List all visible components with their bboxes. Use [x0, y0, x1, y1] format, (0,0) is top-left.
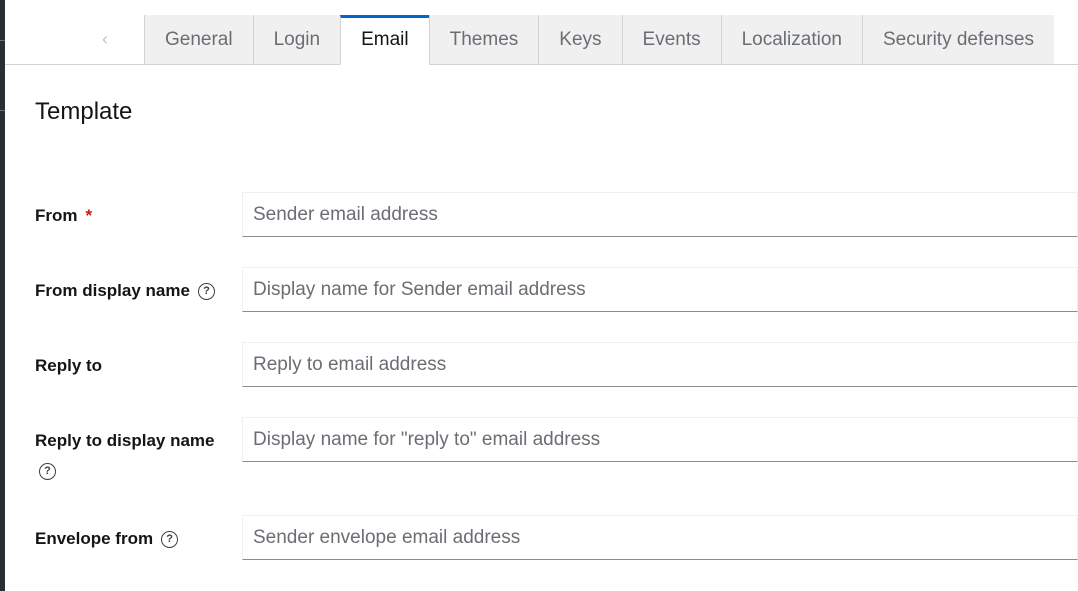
reply-to-label: Reply to: [35, 356, 102, 376]
help-circle-icon[interactable]: ?: [161, 531, 179, 549]
chevron-left-icon: ‹: [102, 29, 108, 49]
envelope-from-label-text: Envelope from: [35, 529, 154, 548]
reply-to-display-name-label: Reply to display name: [35, 431, 215, 451]
tab-email[interactable]: Email: [340, 15, 429, 65]
reply-to-display-name-label-text: Reply to display name: [35, 431, 215, 450]
reply-to-display-name-help: ?: [35, 461, 56, 481]
tab-keys[interactable]: Keys: [538, 15, 622, 65]
help-circle-icon[interactable]: ?: [197, 283, 215, 301]
envelope-from-label: Envelope from?: [35, 529, 179, 549]
reply-to-display-name-input[interactable]: [242, 417, 1078, 462]
from-input[interactable]: [242, 192, 1078, 237]
tab-security-defenses[interactable]: Security defenses: [861, 15, 1054, 65]
tab-login[interactable]: Login: [252, 15, 341, 65]
tab-events[interactable]: Events: [621, 15, 721, 65]
tab-general[interactable]: General: [144, 15, 253, 65]
from-display-name-label: From display name?: [35, 281, 215, 301]
tab-scroll-left-button[interactable]: ‹: [66, 15, 144, 64]
tab-bar: General Login Email Themes Keys Events L…: [144, 15, 1054, 65]
tab-themes[interactable]: Themes: [428, 15, 539, 65]
required-marker: *: [85, 206, 93, 225]
section-title: Template: [35, 98, 133, 125]
left-edge-bar: [0, 0, 5, 591]
reply-to-input[interactable]: [242, 342, 1078, 387]
from-label: From *: [35, 206, 92, 226]
from-display-name-input[interactable]: [242, 267, 1078, 312]
tab-localization[interactable]: Localization: [720, 15, 862, 65]
help-circle-icon[interactable]: ?: [39, 463, 56, 481]
envelope-from-input[interactable]: [242, 515, 1078, 560]
from-display-name-label-text: From display name: [35, 281, 190, 300]
reply-to-label-text: Reply to: [35, 356, 103, 375]
from-label-text: From: [35, 206, 78, 225]
